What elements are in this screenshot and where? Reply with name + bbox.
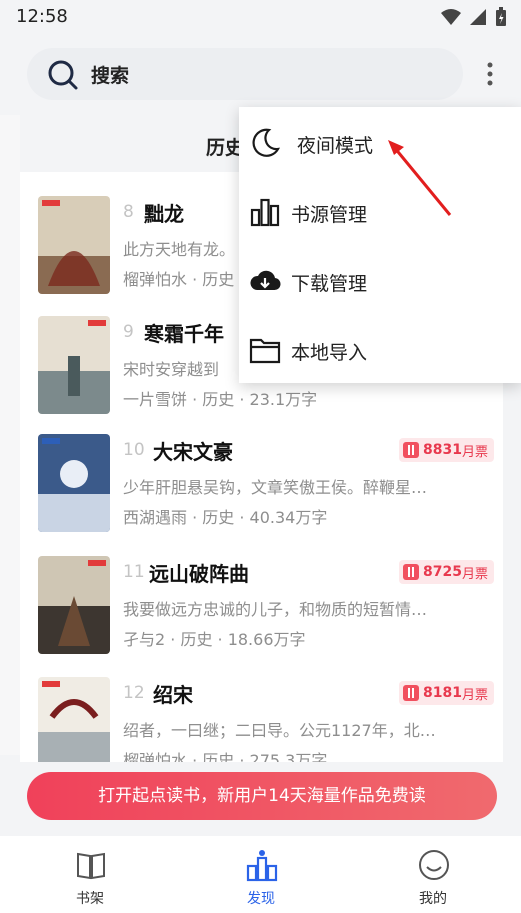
- bar-chart-icon: [250, 198, 280, 227]
- monthly-ticket-badge: 8831 月票: [399, 438, 494, 462]
- cloud-download-icon: [250, 270, 281, 291]
- list-item[interactable]: 10 大宋文豪 8831 月票 少年肝胆悬吴钩，文章笑傲王侯。醉鞭星… 西湖遇雨…: [38, 434, 498, 538]
- bottom-tab-bar: 书架 发现 我的: [0, 836, 521, 913]
- rank-number: 9: [123, 322, 134, 342]
- promo-banner[interactable]: 打开起点读书，新用户14天海量作品免费读: [27, 772, 497, 820]
- battery-icon: [496, 7, 506, 26]
- book-title: 寒霜千年: [144, 322, 224, 346]
- book-meta: 孑与2 · 历史 · 18.66万字: [123, 630, 306, 649]
- book-cover[interactable]: [38, 196, 110, 294]
- tab-label: 发现: [247, 891, 275, 907]
- status-icons: [441, 7, 507, 27]
- book-title: 黜龙: [144, 202, 184, 226]
- menu-item-local-import[interactable]: 本地导入: [239, 316, 521, 385]
- book-cover[interactable]: [38, 316, 110, 414]
- tab-label: 书架: [76, 891, 104, 907]
- list-item[interactable]: 11 远山破阵曲 8725 月票 我要做远方忠诚的儿子，和物质的短暂情… 孑与2…: [38, 556, 498, 660]
- tab-label: 我的: [419, 891, 447, 907]
- book-cover[interactable]: [38, 434, 110, 532]
- tab-discover[interactable]: 发现: [201, 836, 321, 913]
- rank-number: 10: [123, 440, 145, 460]
- rank-number: 12: [123, 683, 145, 703]
- smile-icon: [419, 850, 449, 880]
- annotation-arrow: [388, 140, 452, 216]
- book-cover[interactable]: [38, 556, 110, 654]
- ticket-icon: [403, 564, 420, 580]
- wifi-icon: [441, 9, 461, 25]
- left-edge: [0, 115, 20, 755]
- book-meta: 榴弹怕水 · 历史: [123, 270, 235, 289]
- menu-label: 夜间模式: [297, 135, 374, 157]
- tab-mine[interactable]: 我的: [373, 836, 493, 913]
- folder-icon: [249, 338, 281, 364]
- book-title: 远山破阵曲: [149, 562, 249, 586]
- book-desc: 我要做远方忠诚的儿子，和物质的短暂情…: [123, 600, 428, 619]
- book-desc: 少年肝胆悬吴钩，文章笑傲王侯。醉鞭星…: [123, 478, 428, 497]
- ticket-icon: [403, 442, 420, 458]
- search-bar[interactable]: 搜索: [27, 48, 463, 100]
- book-title: 大宋文豪: [153, 440, 233, 464]
- book-title: 绍宋: [153, 683, 193, 707]
- monthly-ticket-badge: 8181 月票: [399, 681, 494, 705]
- monthly-ticket-badge: 8725 月票: [399, 560, 494, 584]
- rank-number: 8: [123, 202, 134, 222]
- book-meta: 西湖遇雨 · 历史 · 40.34万字: [123, 508, 328, 527]
- tab-bookshelf[interactable]: 书架: [30, 836, 150, 913]
- book-desc: 绍者，一曰继；二曰导。公元1127年，北…: [123, 721, 436, 740]
- discover-icon: [246, 850, 278, 882]
- ticket-icon: [403, 685, 420, 701]
- more-icon[interactable]: [480, 60, 500, 90]
- signal-icon: [470, 9, 486, 25]
- status-time: 12:58: [16, 6, 68, 27]
- status-bar: 12:58: [0, 0, 521, 36]
- search-label: 搜索: [91, 65, 130, 87]
- search-icon: [48, 60, 78, 90]
- rank-number: 11: [123, 562, 145, 582]
- book-meta: 一片雪饼 · 历史 · 23.1万字: [123, 390, 318, 409]
- menu-item-download-manage[interactable]: 下载管理: [239, 247, 521, 316]
- book-icon: [77, 852, 105, 880]
- moon-icon: [252, 128, 281, 157]
- book-meta: 榴弹怕水 · 历史 · 275.3万字: [123, 751, 328, 762]
- menu-label: 下载管理: [291, 273, 368, 295]
- menu-label: 书源管理: [291, 204, 368, 226]
- list-item[interactable]: 12 绍宋 8181 月票 绍者，一曰继；二曰导。公元1127年，北… 榴弹怕水…: [38, 677, 498, 762]
- book-cover[interactable]: [38, 677, 110, 762]
- menu-label: 本地导入: [291, 342, 368, 364]
